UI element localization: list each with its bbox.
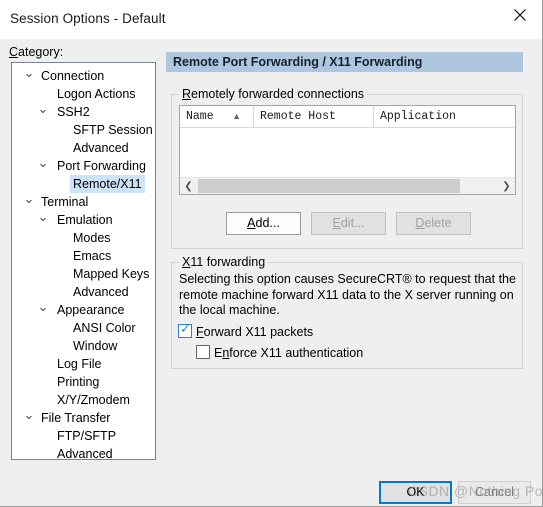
edit-button-label: dit... bbox=[340, 216, 365, 230]
tree-item-emulation[interactable]: ⌄ Emulation bbox=[12, 210, 155, 229]
tree-item-ftp-sftp[interactable]: FTP/SFTP bbox=[12, 427, 155, 445]
tree-item-label: X/Y/Zmodem bbox=[57, 393, 130, 407]
chevron-down-icon[interactable]: ⌄ bbox=[22, 66, 36, 79]
tree-item-label: Printing bbox=[57, 375, 100, 389]
tree-item-terminal[interactable]: ⌄ Terminal bbox=[12, 192, 155, 211]
group-title-accel: R bbox=[182, 87, 192, 101]
checkbox-checked-icon: ✓ bbox=[178, 321, 192, 338]
tree-item-window[interactable]: Window bbox=[12, 337, 155, 355]
x11-description: Selecting this option causes SecureCRT® … bbox=[179, 272, 516, 317]
chevron-down-icon[interactable]: ⌄ bbox=[22, 408, 36, 421]
enforce-x11-label: force X11 authentication bbox=[229, 346, 364, 360]
check-mark-icon: ✓ bbox=[180, 321, 191, 336]
tree-item-label: Emulation bbox=[57, 213, 113, 227]
group-title-rest: emotely forwarded connections bbox=[191, 87, 365, 101]
scrollbar-thumb[interactable] bbox=[198, 179, 460, 193]
enforce-x11-authentication-checkbox[interactable]: Enforce X11 authentication bbox=[196, 345, 363, 360]
column-header-application-label: Application bbox=[380, 110, 456, 123]
ok-button[interactable]: OK bbox=[379, 481, 452, 504]
window-title: Session Options - Default bbox=[10, 11, 166, 26]
tree-item-label: Window bbox=[73, 339, 118, 353]
tree-item-mapped-keys[interactable]: Mapped Keys bbox=[12, 265, 155, 283]
forward-x11-accel: F bbox=[196, 325, 204, 339]
tree-item-advanced[interactable]: Advanced bbox=[12, 445, 155, 460]
category-label: Category: bbox=[9, 45, 63, 59]
tree-item-label: Modes bbox=[73, 231, 111, 245]
tree-item-port-forwarding[interactable]: ⌄ Port Forwarding bbox=[12, 156, 155, 175]
edit-button[interactable]: Edit... bbox=[311, 212, 386, 235]
tree-item-label: Advanced bbox=[73, 141, 129, 155]
tree-item-label: FTP/SFTP bbox=[57, 429, 117, 443]
chevron-down-icon[interactable]: ⌄ bbox=[36, 102, 50, 115]
scroll-left-icon[interactable]: ❮ bbox=[180, 178, 197, 194]
tree-item-label: Advanced bbox=[57, 447, 113, 460]
add-button[interactable]: Add... bbox=[226, 212, 301, 235]
tree-item-label: ANSI Color bbox=[73, 321, 136, 335]
chevron-down-icon[interactable]: ⌄ bbox=[36, 300, 50, 313]
tree-item-logon-actions[interactable]: Logon Actions bbox=[12, 85, 155, 103]
chevron-down-icon[interactable]: ⌄ bbox=[22, 192, 36, 205]
category-label-rest: ategory: bbox=[18, 45, 64, 59]
forward-x11-packets-checkbox[interactable]: ✓ Forward X11 packets bbox=[178, 321, 314, 339]
column-header-name-label: Name bbox=[186, 110, 214, 123]
tree-item-label: SFTP Session bbox=[73, 123, 153, 137]
tree-item-modes[interactable]: Modes bbox=[12, 229, 155, 247]
delete-button-label: elete bbox=[424, 216, 452, 230]
tree-item-emacs[interactable]: Emacs bbox=[12, 247, 155, 265]
tree-item-label: Connection bbox=[41, 69, 105, 83]
session-options-dialog: Session Options - Default Category: ⌄ Con… bbox=[0, 0, 543, 507]
list-header-row: Name ▲ Remote Host Application bbox=[180, 106, 515, 128]
list-horizontal-scrollbar[interactable]: ❮ ❯ bbox=[180, 177, 515, 194]
remote-forwarded-group-title: Remotely forwarded connections bbox=[179, 87, 368, 101]
chevron-down-icon[interactable]: ⌄ bbox=[36, 210, 50, 223]
tree-item-ssh2[interactable]: ⌄ SSH2 bbox=[12, 102, 155, 121]
x11-group-title-rest: 11 forwarding bbox=[190, 255, 266, 269]
edit-button-accel: E bbox=[332, 216, 341, 230]
column-header-remote-host[interactable]: Remote Host bbox=[254, 106, 374, 127]
tree-item-file-transfer[interactable]: ⌄ File Transfer bbox=[12, 408, 155, 427]
tree-item-advanced[interactable]: Advanced bbox=[12, 139, 155, 157]
forwarded-connections-list[interactable]: Name ▲ Remote Host Application ❮ ❯ bbox=[179, 105, 516, 195]
tree-item-label: File Transfer bbox=[41, 411, 111, 425]
chevron-down-icon[interactable]: ⌄ bbox=[36, 156, 50, 169]
cancel-button[interactable]: Cancel bbox=[458, 481, 531, 504]
tree-item-label: Emacs bbox=[73, 249, 112, 263]
tree-item-appearance[interactable]: ⌄ Appearance bbox=[12, 300, 155, 319]
page-header: Remote Port Forwarding / X11 Forwarding bbox=[166, 52, 523, 72]
tree-item-ansi-color[interactable]: ANSI Color bbox=[12, 319, 155, 337]
column-header-remote-host-label: Remote Host bbox=[260, 110, 336, 123]
tree-item-label: Logon Actions bbox=[57, 87, 136, 101]
add-button-label: dd... bbox=[255, 216, 280, 230]
add-button-accel: A bbox=[247, 216, 256, 230]
delete-button[interactable]: Delete bbox=[396, 212, 471, 235]
category-tree[interactable]: ⌄ Connection Logon Actions ⌄ SSH2 SFTP Sessio… bbox=[11, 62, 156, 460]
tree-item-label: Log File bbox=[57, 357, 102, 371]
column-header-name[interactable]: Name ▲ bbox=[180, 106, 254, 127]
x11-forwarding-group-title: X11 forwarding bbox=[179, 255, 269, 269]
tree-item-label: Advanced bbox=[73, 285, 129, 299]
tree-item-label: SSH2 bbox=[57, 105, 90, 119]
category-label-accel: C bbox=[9, 45, 19, 59]
tree-item-log-file[interactable]: Log File bbox=[12, 355, 155, 373]
tree-item-label: Remote/X11 bbox=[70, 175, 145, 193]
title-bar: Session Options - Default bbox=[0, 0, 542, 39]
column-header-application[interactable]: Application bbox=[374, 106, 515, 127]
ascending-sort-icon: ▲ bbox=[232, 111, 241, 121]
tree-item-advanced[interactable]: Advanced bbox=[12, 283, 155, 301]
page-title: Remote Port Forwarding / X11 Forwarding bbox=[173, 55, 423, 69]
close-icon bbox=[513, 8, 527, 22]
tree-item-label: Mapped Keys bbox=[73, 267, 150, 281]
close-button[interactable] bbox=[497, 0, 542, 30]
tree-item-printing[interactable]: Printing bbox=[12, 373, 155, 391]
checkbox-unchecked-icon bbox=[196, 345, 210, 359]
tree-item-label: Appearance bbox=[57, 303, 125, 317]
tree-item-label: Port Forwarding bbox=[57, 159, 146, 173]
tree-item-connection[interactable]: ⌄ Connection bbox=[12, 66, 155, 85]
tree-item-sftp-session[interactable]: SFTP Session bbox=[12, 121, 155, 139]
forward-x11-label: orward X11 packets bbox=[203, 325, 314, 339]
scroll-right-icon[interactable]: ❯ bbox=[498, 178, 515, 194]
